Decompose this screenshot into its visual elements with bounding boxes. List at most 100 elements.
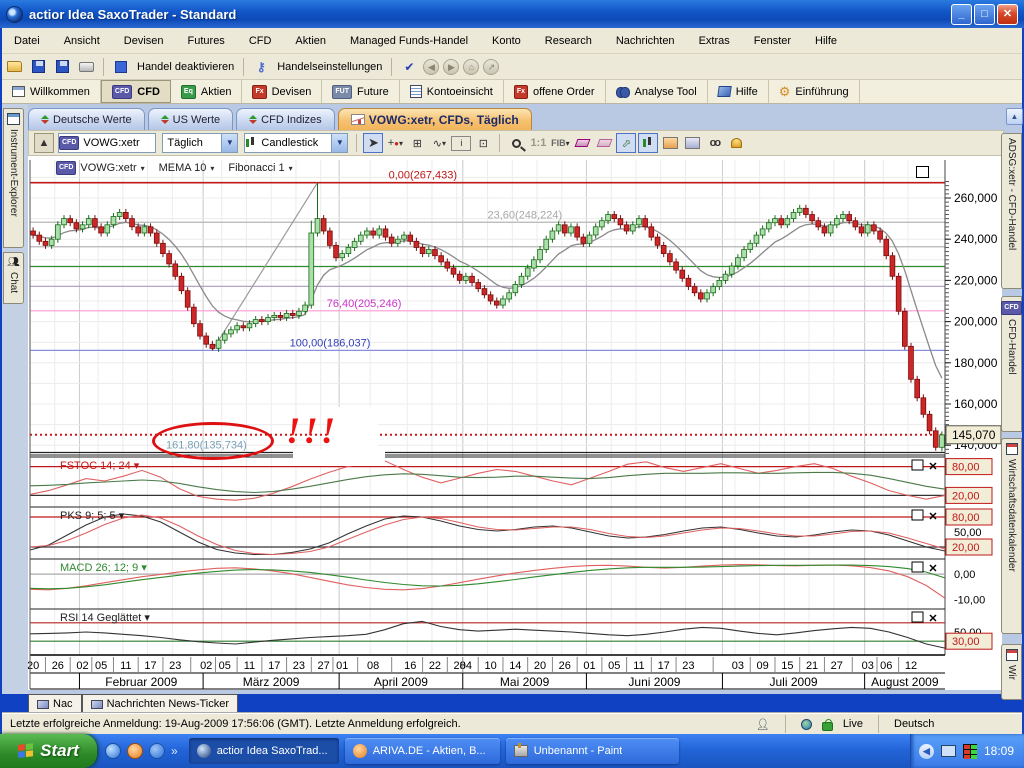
module-tab-future[interactable]: FUTFuture [322, 80, 399, 103]
zoom-tool-icon[interactable] [506, 133, 526, 153]
export-icon[interactable]: ↗ [483, 59, 499, 75]
menu-item-hilfe[interactable]: Hilfe [803, 31, 849, 51]
pattern-tool-icon[interactable] [638, 133, 658, 153]
link-charts-icon[interactable]: oo [704, 133, 724, 153]
side-tab-wir[interactable]: Wir [1001, 644, 1022, 700]
maximize-button[interactable]: □ [974, 4, 995, 25]
module-tab-einf-hrung[interactable]: ⚙Einführung [769, 80, 860, 103]
chevron-down-icon[interactable]: ▼ [221, 134, 237, 152]
connection-status-icon[interactable] [963, 744, 977, 758]
chevron-down-icon[interactable]: ▾ [141, 164, 145, 173]
close-button[interactable]: ✕ [997, 4, 1018, 25]
menu-item-cfd[interactable]: CFD [237, 31, 284, 51]
menu-item-devisen[interactable]: Devisen [112, 31, 176, 51]
menu-item-aktien[interactable]: Aktien [283, 31, 338, 51]
chart-tab-cfd-indizes[interactable]: CFD Indizes [236, 108, 335, 130]
svg-text:27: 27 [831, 660, 843, 672]
fibonacci-tool-button[interactable]: FIB▾ [550, 133, 570, 153]
add-panel-icon[interactable]: ⊡ [473, 133, 493, 153]
quicklaunch-overflow-icon[interactable]: » [171, 744, 178, 758]
copy-image-icon[interactable] [682, 133, 702, 153]
style-select[interactable]: Candlestick ▼ [244, 133, 348, 153]
collapse-panel-button[interactable]: ▲ [34, 133, 54, 153]
browser-quicklaunch-icon[interactable] [149, 743, 165, 759]
side-tab-cfd-handel[interactable]: CFDCFD-Handel [1001, 296, 1022, 432]
task-button-2[interactable]: Unbenannt - Paint [506, 738, 679, 764]
chart-tab-us-werte[interactable]: US Werte [148, 108, 233, 130]
module-tab-devisen[interactable]: FxDevisen [242, 80, 322, 103]
menu-item-konto[interactable]: Konto [480, 31, 533, 51]
news-ticker-tab[interactable]: Nachrichten News-Ticker [82, 694, 238, 713]
minimize-button[interactable]: _ [951, 4, 972, 25]
side-tab-adsg-xetr-cfd-handel[interactable]: ADSG:xetr - CFD-Handel [1001, 133, 1022, 289]
chart-tab-label: VOWG:xetr, CFDs, Täglich [369, 113, 519, 127]
legend-fibonacci[interactable]: Fibonacci 1 [228, 162, 284, 174]
legend-instrument[interactable]: VOWG:xetr [80, 162, 136, 174]
period-value[interactable]: Täglich [163, 137, 221, 149]
menu-item-research[interactable]: Research [533, 31, 604, 51]
module-tab-offene-order[interactable]: Fxoffene Order [504, 80, 606, 103]
menu-item-extras[interactable]: Extras [687, 31, 742, 51]
menu-item-ansicht[interactable]: Ansicht [52, 31, 112, 51]
news-tab-truncated[interactable]: Nac [28, 694, 82, 713]
chart-tab-vowg-xetr-cfds-t-glich[interactable]: VOWG:xetr, CFDs, Täglich [338, 108, 532, 130]
tray-collapse-icon[interactable]: ◀ [919, 744, 934, 759]
menu-item-fenster[interactable]: Fenster [742, 31, 803, 51]
ie-quicklaunch-icon[interactable] [105, 743, 121, 759]
module-tab-kontoeinsicht[interactable]: Kontoeinsicht [400, 80, 504, 103]
module-tab-aktien[interactable]: EqAktien [171, 80, 243, 103]
module-tab-analyse-tool[interactable]: Analyse Tool [606, 80, 708, 103]
firefox-quicklaunch-icon[interactable] [127, 743, 143, 759]
instrument-input[interactable]: CFD VOWG:xetr [58, 133, 156, 153]
maximize-pane-icon[interactable] [916, 166, 929, 178]
start-button[interactable]: Start [0, 734, 97, 768]
save-image-icon[interactable] [660, 133, 680, 153]
chevron-down-icon[interactable]: ▾ [289, 164, 293, 173]
indicator-tool-icon[interactable]: ∿▾ [429, 133, 449, 153]
menu-item-datei[interactable]: Datei [2, 31, 52, 51]
scroll-up-icon[interactable]: ▲ [1006, 108, 1023, 125]
side-tab-wirtschaftsdatenkalender[interactable]: Wirtschaftsdatenkalender [1001, 438, 1022, 634]
open-icon[interactable] [4, 58, 24, 76]
erase-all-tool-icon[interactable] [594, 133, 614, 153]
home-icon[interactable]: ⌂ [463, 59, 479, 75]
trade-settings-icon[interactable]: ⚷ [251, 58, 271, 76]
task-button-1[interactable]: ARIVA.DE - Aktien, B... [345, 738, 500, 764]
info-tool-icon[interactable]: i [451, 136, 471, 151]
trendline-tool-icon[interactable]: ⬀ [616, 133, 636, 153]
back-icon[interactable]: ◀ [423, 59, 439, 75]
crosshair-tool-icon[interactable]: +●▾ [385, 133, 405, 153]
ratio-button[interactable]: 1:1 [528, 133, 548, 153]
chart-tab-deutsche-werte[interactable]: Deutsche Werte [28, 108, 145, 130]
chart-canvas[interactable]: 0,00(267,433)23,60(248,224)76,40(205,246… [28, 156, 1002, 690]
instrument-value[interactable]: VOWG:xetr [79, 137, 155, 149]
menu-item-managed-funds-handel[interactable]: Managed Funds-Handel [338, 31, 480, 51]
save-icon[interactable] [28, 58, 48, 76]
print-icon[interactable] [76, 58, 96, 76]
module-tab-willkommen[interactable]: Willkommen [2, 80, 101, 103]
module-tab-cfd[interactable]: CFDCFD [101, 80, 171, 103]
module-tab-hilfe[interactable]: Hilfe [708, 80, 769, 103]
save-as-icon[interactable] [52, 58, 72, 76]
style-value[interactable]: Candlestick [257, 137, 331, 149]
chevron-down-icon[interactable]: ▾ [210, 164, 214, 173]
pointer-tool-icon[interactable]: ➤ [363, 133, 383, 153]
check-icon[interactable]: ✔ [399, 58, 419, 76]
quick-launch: » [105, 743, 178, 759]
menu-item-nachrichten[interactable]: Nachrichten [604, 31, 687, 51]
task-button-0[interactable]: actior Idea SaxoTrad... [189, 738, 339, 764]
eraser-tool-icon[interactable] [572, 133, 592, 153]
chevron-down-icon[interactable]: ▼ [331, 134, 347, 152]
period-select[interactable]: Täglich ▼ [162, 133, 238, 153]
trade-settings-label[interactable]: Handelseinstellungen [277, 61, 382, 73]
side-tab-instrument-explorer[interactable]: Instrument-Explorer [3, 108, 24, 248]
network-tray-icon[interactable] [941, 745, 956, 757]
alert-bell-icon[interactable] [726, 133, 746, 153]
trade-disable-icon[interactable] [111, 58, 131, 76]
grid-toggle-icon[interactable]: ⊞ [407, 133, 427, 153]
legend-mema[interactable]: MEMA 10 [159, 162, 207, 174]
forward-icon[interactable]: ▶ [443, 59, 459, 75]
side-tab-chat[interactable]: 👥︎Chat [3, 252, 24, 304]
trade-disable-label[interactable]: Handel deaktivieren [137, 61, 234, 73]
menu-item-futures[interactable]: Futures [176, 31, 237, 51]
